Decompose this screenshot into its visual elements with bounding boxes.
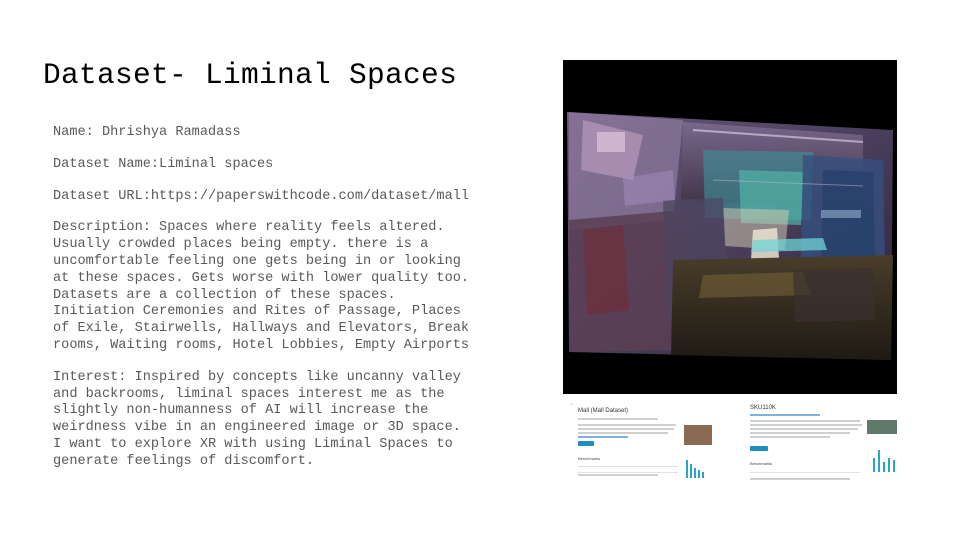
thumbnail-chart-bar	[690, 464, 692, 478]
thumbnail-text-line	[578, 474, 658, 476]
name-line: Name: Dhrishya Ramadass	[53, 125, 241, 140]
thumbnail-text-line	[750, 428, 858, 430]
collage-graphic	[563, 60, 897, 394]
thumbnail-left-title: Mall (Mall Dataset)	[578, 408, 629, 414]
thumbnail-right-section: Benchmarks	[750, 461, 773, 466]
thumbnail-chart-bar	[893, 460, 895, 472]
interest-paragraph: Interest: Inspired by concepts like unca…	[53, 369, 461, 469]
thumbnail-link-line	[750, 414, 820, 416]
dataset-name-line: Dataset Name:Liminal spaces	[53, 156, 274, 172]
thumbnail-breadcrumb: •••	[570, 402, 574, 406]
thumbnail-mall-dataset-page: ••• Mall (Mall Dataset) Benchmarks	[564, 398, 721, 490]
thumbnail-text-line	[578, 418, 658, 420]
thumbnail-button	[578, 441, 594, 446]
thumbnail-divider	[578, 472, 678, 473]
thumbnail-chart-bar	[888, 458, 890, 472]
thumbnail-chart-bar	[878, 450, 880, 472]
slide: Dataset- Liminal Spaces Name: Dhrishya R…	[0, 0, 960, 540]
thumbnail-link-line	[578, 436, 628, 438]
thumbnail-chart-bar	[698, 470, 700, 478]
thumbnail-sample-image	[684, 425, 712, 445]
thumbnail-divider	[750, 472, 860, 473]
liminal-space-collage-image	[563, 60, 897, 394]
thumbnail-text-line	[750, 424, 862, 426]
slide-title: Dataset- Liminal Spaces	[43, 58, 458, 92]
thumbnail-sample-image	[867, 420, 897, 434]
thumbnail-text-line	[578, 424, 676, 426]
thumbnail-text-line	[750, 436, 830, 438]
thumbnail-text-line	[750, 432, 850, 434]
thumbnail-text-line	[578, 428, 674, 430]
thumbnail-button	[750, 446, 768, 451]
thumbnail-chart-bar	[873, 458, 875, 472]
description-paragraph: Description: Spaces where reality feels …	[53, 220, 470, 353]
thumbnail-chart-bar	[686, 460, 688, 478]
thumbnail-chart-bar	[883, 462, 885, 472]
dataset-url-line: Dataset URL:https://paperswithcode.com/d…	[53, 188, 470, 204]
thumbnail-text-line	[578, 432, 668, 434]
thumbnail-left-section: Benchmarks	[578, 456, 601, 461]
thumbnail-chart-bar	[702, 472, 704, 478]
body-text-block: Name: Dhrishya Ramadass Dataset Name:Lim…	[53, 125, 523, 486]
thumbnail-text-line	[750, 420, 860, 422]
thumbnail-sku110k-page: SKU110K Benchmarks	[741, 398, 901, 490]
thumbnail-divider	[578, 466, 678, 467]
thumbnail-text-line	[750, 478, 850, 480]
thumbnail-chart-bar	[694, 468, 696, 478]
thumbnail-right-title: SKU110K	[750, 405, 776, 411]
